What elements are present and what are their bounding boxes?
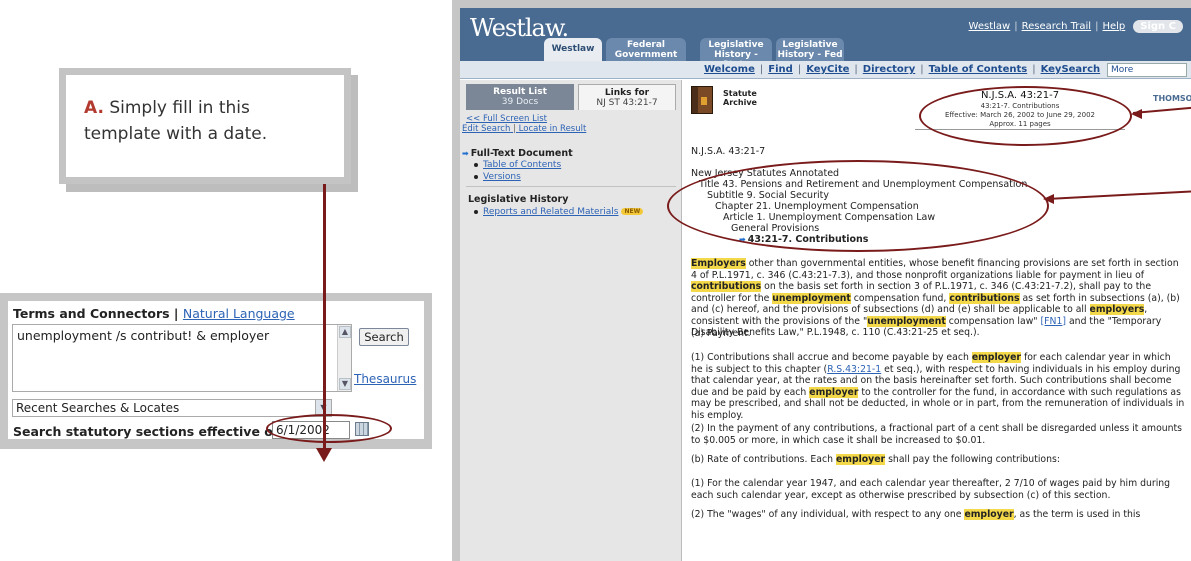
top-link-westlaw[interactable]: Westlaw: [969, 21, 1011, 32]
subnav-directory[interactable]: Directory: [863, 64, 915, 75]
links-for-label: Links for: [604, 88, 650, 98]
recent-searches-select[interactable]: Recent Searches & Locates ▼: [12, 399, 332, 417]
recent-searches-value: Recent Searches & Locates: [16, 401, 180, 415]
mode-separator: |: [169, 306, 183, 321]
statute-paragraph-intro: Employers other than governmental entiti…: [691, 258, 1180, 338]
tab-legislative-history-state[interactable]: Legislative History - State: [700, 38, 772, 70]
thomson-logo: THOMSON: [1153, 94, 1191, 103]
subnav-keysearch[interactable]: KeySearch: [1041, 64, 1101, 75]
bullet-icon: [474, 162, 478, 167]
figure-stage: A. Simply fill in this template with a d…: [0, 0, 1191, 561]
subnav-welcome[interactable]: Welcome: [704, 64, 755, 75]
scroll-up-icon[interactable]: ▲: [339, 326, 351, 338]
effective-date-label: Search statutory sections effective on:: [13, 424, 287, 439]
tab-links-for[interactable]: Links for NJ ST 43:21-7: [578, 84, 676, 110]
thesaurus-link[interactable]: Thesaurus: [354, 372, 416, 386]
subnav-bar: Welcome | Find | KeyCite | Directory | Table of …: [460, 61, 1191, 79]
statute-paragraph-wages: (2) The "wages" of any individual, with …: [691, 509, 1141, 520]
doc-cite-line: N.J.S.A. 43:21-7: [691, 146, 766, 157]
left-divider: [466, 186, 676, 187]
tab-westlaw[interactable]: Westlaw: [544, 38, 602, 61]
natural-language-link[interactable]: Natural Language: [183, 306, 295, 321]
query-scrollbar[interactable]: ▲ ▼: [337, 325, 351, 391]
date-highlight-ellipse: [266, 414, 392, 443]
archive-label-line1: Statute: [723, 89, 757, 98]
links-for-cite: NJ ST 43:21-7: [596, 98, 658, 108]
search-panel: Terms and Connectors | Natural Language …: [0, 293, 432, 449]
search-mode-bar: Terms and Connectors | Natural Language: [13, 306, 295, 321]
bullet-icon: [474, 209, 478, 214]
edit-search-row: Edit Search | Locate in Result: [462, 124, 587, 134]
terms-connectors-label: Terms and Connectors: [13, 306, 170, 321]
statute-archive-book-icon: [691, 86, 713, 114]
top-link-research-trail[interactable]: Research Trail: [1022, 21, 1091, 32]
scroll-down-icon[interactable]: ▼: [339, 378, 351, 390]
result-count: 39 Docs: [501, 97, 539, 107]
search-button[interactable]: Search: [359, 328, 409, 346]
statute-archive-label: Statute Archive: [723, 89, 757, 107]
document-pane: Statute Archive N.J.S.A. 43:21-7 43:21-7…: [667, 80, 1191, 561]
archive-label-line2: Archive: [723, 98, 757, 107]
payment-heading: (a) Payment.: [691, 328, 751, 339]
toc-link[interactable]: Table of Contents: [483, 160, 561, 170]
legislative-history-heading: Legislative History: [468, 194, 569, 205]
statute-paragraph-1947: (1) For the calendar year 1947, and each…: [691, 478, 1171, 501]
locate-in-result-link[interactable]: Locate in Result: [519, 124, 587, 134]
top-links: Westlaw | Research Trail | Help Sign C: [969, 20, 1183, 33]
statute-paragraph-rate: (b) Rate of contributions. Each employer…: [691, 454, 1060, 465]
westlaw-header: Westlaw. Westlaw | Research Trail | Help Sign…: [460, 8, 1191, 70]
edit-search-link[interactable]: Edit Search: [462, 124, 510, 134]
subnav-toc[interactable]: Table of Contents: [929, 64, 1028, 75]
callout-text: A. Simply fill in this template with a d…: [84, 95, 332, 147]
tab-legislative-history-fed[interactable]: Legislative History - Fed: [776, 38, 844, 61]
westlaw-window: Westlaw. Westlaw | Research Trail | Help Sign…: [452, 0, 1191, 561]
reports-link[interactable]: Reports and Related Materials: [483, 207, 618, 217]
hierarchy-pointer-line: [1046, 190, 1191, 200]
bullet-icon: [474, 174, 478, 179]
cite-arrowhead-icon: [1131, 109, 1142, 119]
callout-box: A. Simply fill in this template with a d…: [59, 68, 351, 184]
callout-letter: A.: [84, 98, 104, 118]
hierarchy-highlight-ellipse: [667, 160, 1049, 252]
full-screen-list-link[interactable]: << Full Screen List: [466, 114, 547, 124]
search-form: Terms and Connectors | Natural Language …: [8, 301, 424, 443]
sign-off-button[interactable]: Sign C: [1133, 20, 1183, 33]
left-pane: Result List 39 Docs Links for NJ ST 43:2…: [460, 80, 682, 561]
subnav-find[interactable]: Find: [768, 64, 793, 75]
more-select[interactable]: More: [1107, 63, 1187, 77]
tab-federal-government[interactable]: Federal Government: [606, 38, 686, 61]
tab-result-list[interactable]: Result List 39 Docs: [466, 84, 574, 110]
cite-highlight-ellipse: [919, 86, 1132, 146]
reports-link-row[interactable]: Reports and Related Materials NEW: [474, 207, 644, 217]
toc-link-row[interactable]: Table of Contents: [474, 160, 561, 170]
top-link-help[interactable]: Help: [1102, 21, 1125, 32]
statute-paragraph-fraction: (2) In the payment of any contributions,…: [691, 423, 1183, 446]
statute-paragraph-payment: (1) Contributions shall accrue and becom…: [691, 352, 1185, 421]
result-list-label: Result List: [493, 87, 547, 97]
westlaw-viewport: Westlaw. Westlaw | Research Trail | Help Sign…: [460, 8, 1191, 561]
callout-body: Simply fill in this template with a date…: [84, 98, 268, 144]
query-textarea[interactable]: unemployment /s contribut! & employer: [12, 324, 352, 392]
hierarchy-arrowhead-icon: [1043, 194, 1054, 204]
subnav-keycite[interactable]: KeyCite: [806, 64, 849, 75]
arrow-right-icon: ➡: [462, 149, 469, 158]
fulltext-heading: ➡ Full-Text Document: [462, 148, 573, 159]
callout-arrowhead-icon: [316, 448, 332, 462]
new-badge: NEW: [621, 208, 644, 215]
versions-link[interactable]: Versions: [483, 172, 521, 182]
callout-connector-line: [323, 184, 326, 454]
versions-link-row[interactable]: Versions: [474, 172, 521, 182]
fulltext-heading-label: Full-Text Document: [470, 148, 573, 159]
